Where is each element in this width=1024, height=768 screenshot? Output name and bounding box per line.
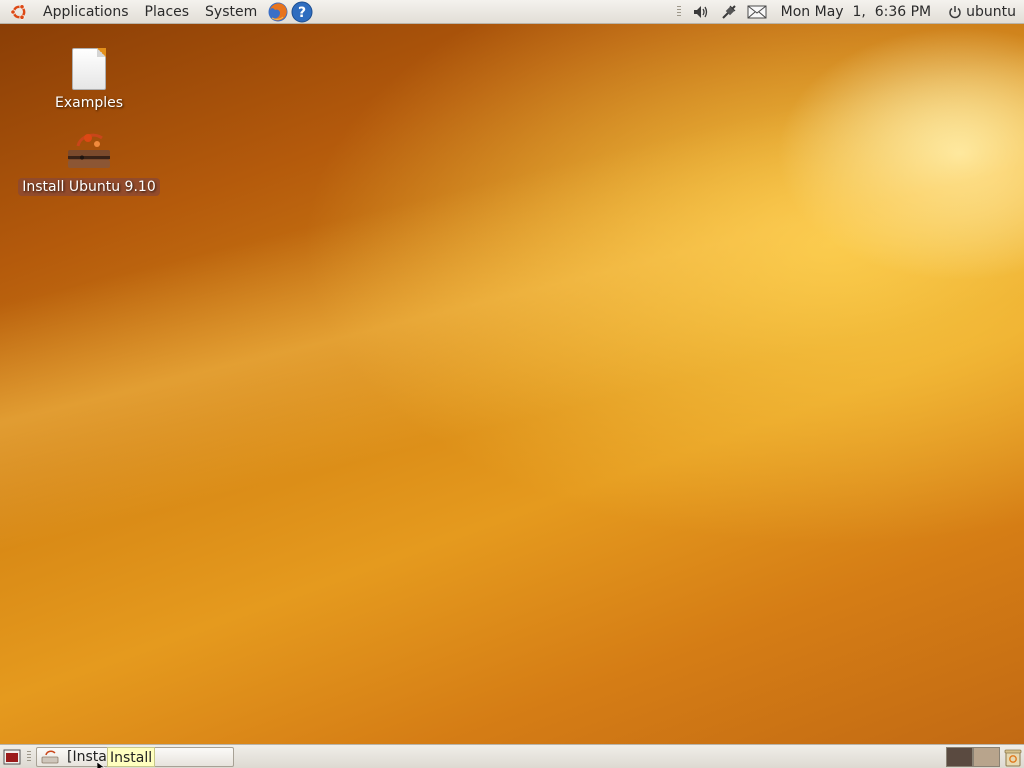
clock[interactable]: Mon May 1, 6:36 PM: [781, 4, 931, 20]
trash-icon[interactable]: [1002, 747, 1024, 767]
workspace-1[interactable]: [946, 746, 973, 767]
menu-applications[interactable]: Applications: [35, 1, 137, 23]
user-menu[interactable]: ubuntu: [947, 4, 1016, 20]
installer-icon: [41, 749, 59, 765]
user-name: ubuntu: [966, 3, 1016, 20]
mail-icon[interactable]: [747, 2, 767, 22]
workspace-2[interactable]: [973, 746, 1000, 767]
icon-label: Examples: [54, 95, 124, 111]
bottom-panel: [Instal Install: [0, 744, 1024, 768]
svg-text:?: ?: [298, 5, 306, 21]
menu-places[interactable]: Places: [137, 1, 198, 23]
show-desktop-button[interactable]: [2, 748, 22, 766]
tooltip: Install: [107, 746, 156, 767]
panel-handle[interactable]: [27, 750, 31, 763]
wallpaper-streak: [0, 24, 1024, 557]
workspace-switcher: [946, 746, 1000, 767]
power-icon: [947, 4, 963, 20]
document-icon: [72, 48, 106, 90]
menu-system[interactable]: System: [197, 1, 265, 23]
desktop-icon-install-ubuntu[interactable]: Install Ubuntu 9.10: [18, 126, 160, 196]
help-icon[interactable]: ?: [291, 1, 313, 23]
installer-icon: [68, 133, 110, 168]
firefox-icon[interactable]: [267, 1, 289, 23]
tray-handle[interactable]: [676, 5, 681, 18]
taskbar-button-installer[interactable]: [Instal Install: [36, 746, 234, 768]
desktop-icon-examples[interactable]: Examples: [44, 48, 134, 112]
desktop[interactable]: Examples Install Ubuntu 9.10: [0, 24, 1024, 744]
ubuntu-logo-icon[interactable]: [9, 2, 29, 22]
main-menu: Applications Places System ?: [0, 0, 313, 23]
notification-area: Mon May 1, 6:36 PM ubuntu: [676, 0, 1024, 23]
top-panel: Applications Places System ? Mon May 1, …: [0, 0, 1024, 24]
icon-label: Install Ubuntu 9.10: [18, 178, 160, 196]
volume-icon[interactable]: [691, 2, 711, 22]
mouse-cursor-icon: [97, 761, 105, 768]
network-icon[interactable]: [719, 2, 739, 22]
